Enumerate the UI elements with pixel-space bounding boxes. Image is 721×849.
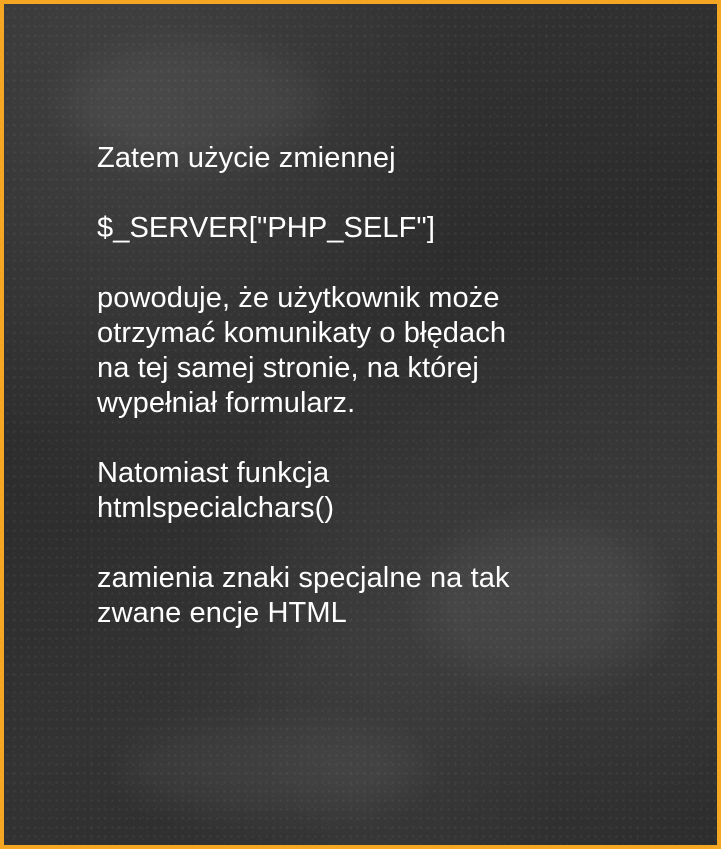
paragraph-intro: Zatem użycie zmiennej <box>97 141 657 176</box>
text-line: powoduje, że użytkownik może <box>97 282 500 314</box>
text-line: na tej samej stronie, na której <box>97 352 479 384</box>
paragraph-explanation: powoduje, że użytkownik może otrzymać ko… <box>97 281 657 421</box>
text-line: wypełniał formularz. <box>97 387 356 419</box>
paragraph-function-description: zamienia znaki specjalne na tak zwane en… <box>97 561 657 631</box>
paragraph-function: Natomiast funkcja htmlspecialchars() <box>97 456 657 526</box>
text-line: Natomiast funkcja <box>97 457 330 489</box>
text-line: $_SERVER["PHP_SELF"] <box>97 212 435 244</box>
text-line: Zatem użycie zmiennej <box>97 142 396 174</box>
text-line: otrzymać komunikaty o błędach <box>97 317 507 349</box>
chalkboard-slide: Zatem użycie zmiennej $_SERVER["PHP_SELF… <box>0 0 721 849</box>
text-line: zamienia znaki specjalne na tak <box>97 562 510 594</box>
text-line: htmlspecialchars() <box>97 492 335 524</box>
chalk-smudge <box>124 724 424 814</box>
slide-text: Zatem użycie zmiennej $_SERVER["PHP_SELF… <box>97 141 657 631</box>
paragraph-code-variable: $_SERVER["PHP_SELF"] <box>97 211 657 246</box>
text-line: zwane encje HTML <box>97 597 347 629</box>
